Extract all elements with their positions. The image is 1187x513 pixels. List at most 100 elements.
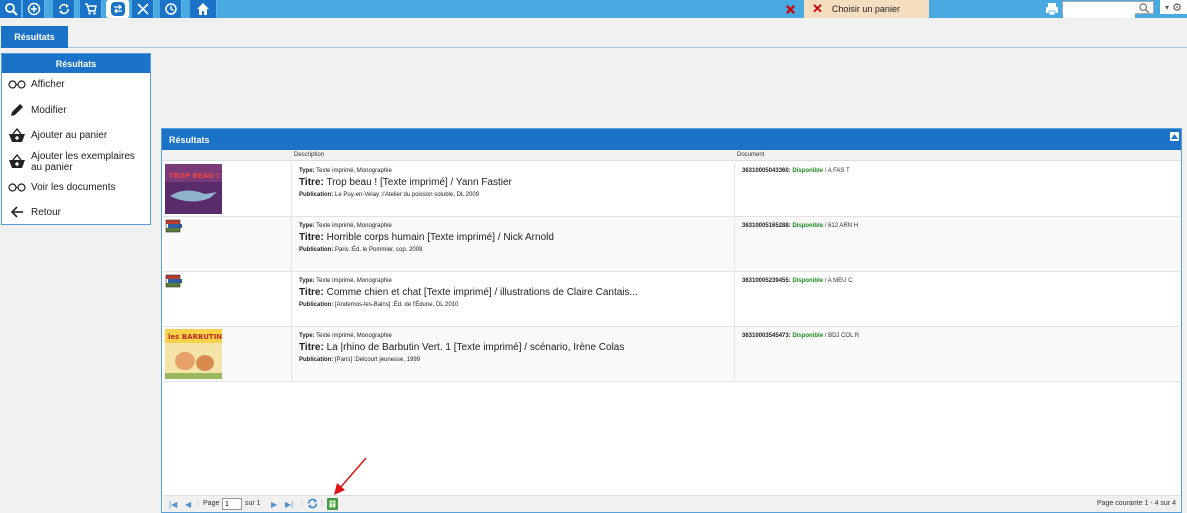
doc-title[interactable]: La |rhino de Barbutin Vert. 1 [Texte imp… xyxy=(327,342,625,353)
menu-item-ajouter-exemplaires[interactable]: Ajouter les exemplaires au panier xyxy=(2,151,150,173)
results-panel-header: Résultats xyxy=(162,129,1181,150)
tools-icon[interactable] xyxy=(132,0,154,18)
column-description[interactable]: Description xyxy=(294,152,324,158)
cover-title: les BARBUTINS xyxy=(168,333,222,341)
status-badge: Disponible xyxy=(792,333,824,339)
search-icon[interactable] xyxy=(0,0,22,18)
page-label: Page xyxy=(203,500,220,507)
refresh-icon[interactable] xyxy=(307,498,318,511)
last-page-icon[interactable]: ▶| xyxy=(285,500,293,509)
menu-item-label: Modifier xyxy=(31,104,67,116)
publication-label: Publication: xyxy=(299,357,334,363)
table-row[interactable]: Type: Texte imprimé, Monographie Titre: … xyxy=(163,272,1180,327)
row-document: 36310005165288: Disponible / 612 ARN H xyxy=(742,223,858,229)
basket-add-icon xyxy=(5,128,29,143)
doc-publication: Le Puy-en-Velay :l'Atelier du poisson so… xyxy=(335,192,480,198)
type-label: Type: xyxy=(299,168,315,174)
basket-icon[interactable] xyxy=(80,0,102,18)
next-page-icon[interactable]: ▶ xyxy=(271,500,277,509)
doc-id: 36310005165288: xyxy=(742,223,791,229)
column-document[interactable]: Document xyxy=(737,152,764,158)
results-panel: Résultats Description Document TROP BEAU… xyxy=(161,128,1182,513)
tab-bar: Résultats xyxy=(0,18,1187,48)
doc-location: / 612 ARN H xyxy=(824,223,859,229)
doc-location: / A MEU C xyxy=(824,278,853,284)
settings-dropdown[interactable]: ▾ ⚙ xyxy=(1160,0,1187,14)
status-badge: Disponible xyxy=(792,223,824,229)
side-menu: Résultats Afficher Modifier Ajouter au p… xyxy=(1,53,151,225)
doc-id: 36310005043360: xyxy=(742,168,791,174)
close-basket-icon[interactable] xyxy=(779,0,801,18)
book-cover[interactable]: TROP BEAU ! xyxy=(165,164,222,219)
export-excel-icon[interactable] xyxy=(327,498,338,512)
menu-item-label: Voir les documents xyxy=(31,182,116,193)
search-submit-icon[interactable] xyxy=(1138,1,1152,14)
table-row[interactable]: TROP BEAU ! Type: Texte imprimé, Monogra… xyxy=(163,162,1180,217)
doc-type: Texte imprimé, Monographie xyxy=(316,333,392,339)
page-number-input[interactable] xyxy=(222,498,242,510)
doc-id: 36310005239455: xyxy=(742,278,791,284)
title-label: Titre: xyxy=(299,232,324,243)
doc-publication: [Andemos-les-Bains] :Éd. de l'Édune, DL … xyxy=(335,302,459,308)
pager-divider: | xyxy=(321,500,323,507)
pencil-icon xyxy=(5,103,29,117)
menu-item-modifier[interactable]: Modifier xyxy=(2,103,150,117)
table-row[interactable]: les BARBUTINS Type: Texte imprimé, Monog… xyxy=(163,327,1180,382)
chevron-down-icon: ▾ xyxy=(1165,2,1170,12)
row-description: Type: Texte imprimé, Monographie Titre: … xyxy=(299,278,729,308)
menu-item-label: Ajouter les exemplaires au panier xyxy=(31,151,135,173)
side-menu-title: Résultats xyxy=(2,54,150,73)
table-row[interactable]: Type: Texte imprimé, Monographie Titre: … xyxy=(163,217,1180,272)
cover-title: TROP BEAU ! xyxy=(169,172,219,180)
results-panel-title: Résultats xyxy=(169,134,210,145)
refresh-icon[interactable] xyxy=(53,0,75,18)
doc-title[interactable]: Horrible corps humain [Texte imprimé] / … xyxy=(327,232,554,243)
menu-item-afficher[interactable]: Afficher xyxy=(2,79,150,90)
row-description: Type: Texte imprimé, Monographie Titre: … xyxy=(299,223,729,253)
doc-publication: [Paris] :Delcourt jeunesse, 1999 xyxy=(335,357,421,363)
doc-type: Texte imprimé, Monographie xyxy=(316,278,392,284)
home-icon[interactable] xyxy=(190,0,217,18)
tab-results[interactable]: Résultats xyxy=(1,26,68,48)
doc-title[interactable]: Comme chien et chat [Texte imprimé] / il… xyxy=(327,287,638,298)
title-label: Titre: xyxy=(299,342,324,353)
annotation-arrow xyxy=(334,457,367,495)
title-label: Titre: xyxy=(299,287,324,298)
type-label: Type: xyxy=(299,278,315,284)
search-input[interactable] xyxy=(1063,7,1135,18)
prev-page-icon[interactable]: ◀ xyxy=(185,500,191,509)
share-icon[interactable] xyxy=(106,0,130,18)
book-icon[interactable] xyxy=(165,274,183,293)
book-cover[interactable]: les BARBUTINS xyxy=(165,329,227,384)
book-icon[interactable] xyxy=(165,219,183,238)
history-icon[interactable] xyxy=(160,0,182,18)
publication-label: Publication: xyxy=(299,192,334,198)
row-description: Type: Texte imprimé, Monographie Titre: … xyxy=(299,333,729,363)
pagination-bar: |◀ ◀ | Page sur 1 ▶ ▶| | | Page courante… xyxy=(163,495,1180,512)
choose-basket-button[interactable]: ✕ Choisir un panier xyxy=(804,0,929,18)
add-icon[interactable] xyxy=(23,0,45,18)
first-page-icon[interactable]: |◀ xyxy=(169,500,177,509)
menu-item-ajouter-panier[interactable]: Ajouter au panier xyxy=(2,128,150,143)
doc-type: Texte imprimé, Monographie xyxy=(316,223,392,229)
type-label: Type: xyxy=(299,333,315,339)
page-count-label: sur 1 xyxy=(245,500,261,507)
menu-item-label: Afficher xyxy=(31,79,65,90)
menu-item-retour[interactable]: Retour xyxy=(2,206,150,218)
row-description: Type: Texte imprimé, Monographie Titre: … xyxy=(299,168,729,198)
status-badge: Disponible xyxy=(792,278,824,284)
glasses-icon xyxy=(5,80,29,89)
choose-basket-label: Choisir un panier xyxy=(831,4,900,14)
doc-title[interactable]: Trop beau ! [Texte imprimé] / Yann Fasti… xyxy=(326,177,511,188)
menu-item-label: Ajouter au panier xyxy=(31,130,108,141)
back-arrow-icon xyxy=(5,206,29,218)
row-document: 36310005043360: Disponible / A FAS T xyxy=(742,168,850,174)
menu-item-voir-documents[interactable]: Voir les documents xyxy=(2,182,150,193)
glasses-icon xyxy=(5,183,29,192)
print-icon[interactable] xyxy=(1043,0,1061,18)
collapse-icon[interactable] xyxy=(1170,132,1179,141)
title-label: Titre: xyxy=(299,177,324,188)
pager-status: Page courante 1 - 4 sur 4 xyxy=(1097,500,1176,507)
menu-item-label: Retour xyxy=(31,206,62,218)
doc-id: 36310003545473: xyxy=(742,333,791,339)
